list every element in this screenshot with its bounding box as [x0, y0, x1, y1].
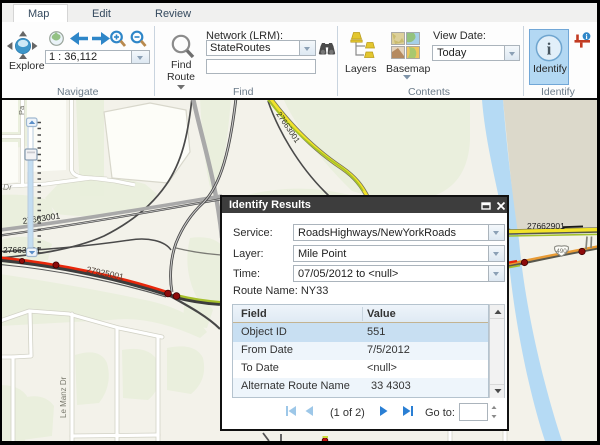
svg-text:i: i	[585, 32, 587, 41]
svg-text:Le Manz Dr: Le Manz Dr	[59, 376, 68, 418]
svg-text:Pa: Pa	[17, 105, 26, 115]
svg-text:490: 490	[556, 248, 567, 255]
svg-text:i: i	[547, 40, 552, 59]
svg-text:Dr: Dr	[3, 182, 13, 192]
svg-text:27662901: 27662901	[527, 221, 565, 231]
